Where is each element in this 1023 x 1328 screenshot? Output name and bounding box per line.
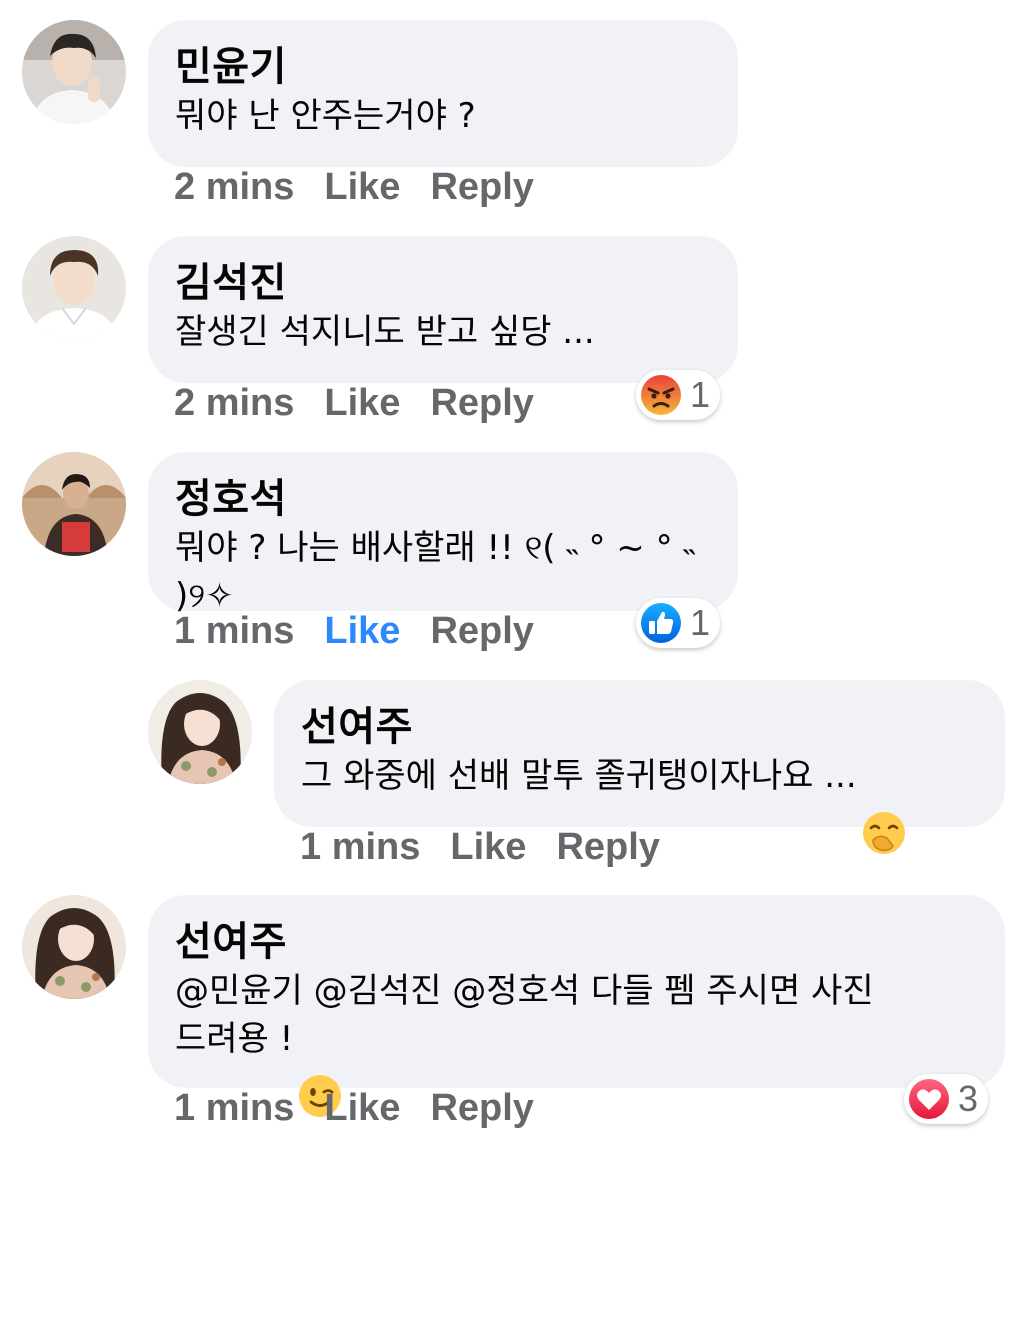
like-button[interactable]: Like bbox=[324, 381, 400, 425]
like-button[interactable]: Like bbox=[324, 165, 400, 209]
like-button[interactable]: Like bbox=[324, 609, 400, 653]
avatar[interactable] bbox=[22, 20, 126, 124]
reply-button[interactable]: Reply bbox=[430, 165, 533, 209]
comment-time: 1 mins bbox=[174, 1087, 295, 1129]
reaction-badge[interactable]: 1 bbox=[636, 370, 721, 420]
avatar[interactable] bbox=[22, 895, 126, 999]
reaction-count: 1 bbox=[690, 602, 711, 643]
comment-text: 뭐야 난 안주는거야 ? bbox=[175, 96, 476, 136]
reaction-badge[interactable]: 1 bbox=[636, 598, 721, 648]
avatar[interactable] bbox=[22, 236, 126, 340]
like-button[interactable]: Like bbox=[450, 825, 526, 869]
commenter-name[interactable]: 김석진 bbox=[175, 258, 712, 308]
comment-bubble: 민윤기 뭐야 난 안주는거야 ? bbox=[148, 20, 738, 167]
comment-actions: 2 mins Like Reply bbox=[174, 381, 534, 425]
reply-button[interactable]: Reply bbox=[430, 609, 533, 653]
heart-icon bbox=[908, 1078, 950, 1120]
comment-text: 뭐야 ? 나는 배사할래 !! ୧( ˵ ° ~ ° ˵ )୨✧ bbox=[175, 528, 695, 616]
comment-actions: 1 mins Like Reply bbox=[174, 609, 534, 653]
reply-button[interactable]: Reply bbox=[556, 825, 659, 869]
comment-actions: 2 mins Like Reply bbox=[174, 165, 534, 209]
reply-button[interactable]: Reply bbox=[430, 1086, 533, 1130]
commenter-name[interactable]: 선여주 bbox=[175, 917, 979, 967]
commenter-name[interactable]: 정호석 bbox=[175, 474, 712, 524]
reaction-count: 1 bbox=[690, 374, 711, 415]
reply-button[interactable]: Reply bbox=[430, 381, 533, 425]
comment-time: 2 mins bbox=[174, 166, 295, 208]
winking-face-emoji-icon bbox=[297, 1025, 343, 1117]
comment-actions: 1 mins Like Reply bbox=[174, 1086, 534, 1130]
avatar[interactable] bbox=[22, 452, 126, 556]
reaction-badge[interactable]: 3 bbox=[904, 1074, 989, 1124]
comment-bubble: 김석진 잘생긴 석지니도 받고 싶당 ... bbox=[148, 236, 738, 383]
comment-text: @민윤기 @김석진 @정호석 다들 펨 주시면 사진 드려용 ! bbox=[175, 967, 979, 1117]
comment-text-content: @민윤기 @김석진 @정호석 다들 펨 주시면 사진 드려용 ! bbox=[175, 971, 874, 1059]
comment-text: 그 와중에 선배 말투 졸귀탱이자나요 ... bbox=[301, 752, 979, 854]
comment-bubble: 정호석 뭐야 ? 나는 배사할래 !! ୧( ˵ ° ~ ° ˵ )୨✧ bbox=[148, 452, 738, 616]
comment-thread: 민윤기 뭐야 난 안주는거야 ? 2 mins Like Reply 김석진 잘… bbox=[0, 0, 1023, 1328]
comment-text-content: 그 와중에 선배 말투 졸귀탱이자나요 ... bbox=[301, 756, 857, 796]
thumbs-up-icon bbox=[640, 602, 682, 644]
comment-time: 1 mins bbox=[300, 826, 421, 868]
comment-bubble: 선여주 그 와중에 선배 말투 졸귀탱이자나요 ... bbox=[274, 680, 1005, 854]
comment-time: 1 mins bbox=[174, 610, 295, 652]
reaction-count: 3 bbox=[958, 1078, 979, 1119]
comment-bubble: 선여주 @민윤기 @김석진 @정호석 다들 펨 주시면 사진 드려용 ! bbox=[148, 895, 1005, 1117]
comment-text: 잘생긴 석지니도 받고 싶당 ... bbox=[175, 312, 595, 352]
avatar[interactable] bbox=[148, 680, 252, 784]
angry-emoji-icon bbox=[640, 374, 682, 416]
comment-time: 2 mins bbox=[174, 382, 295, 424]
comment-actions: 1 mins Like Reply bbox=[300, 825, 660, 869]
commenter-name[interactable]: 민윤기 bbox=[175, 42, 712, 92]
hand-over-mouth-emoji-icon bbox=[861, 762, 907, 854]
like-button[interactable]: Like bbox=[324, 1086, 400, 1130]
commenter-name[interactable]: 선여주 bbox=[301, 702, 979, 752]
